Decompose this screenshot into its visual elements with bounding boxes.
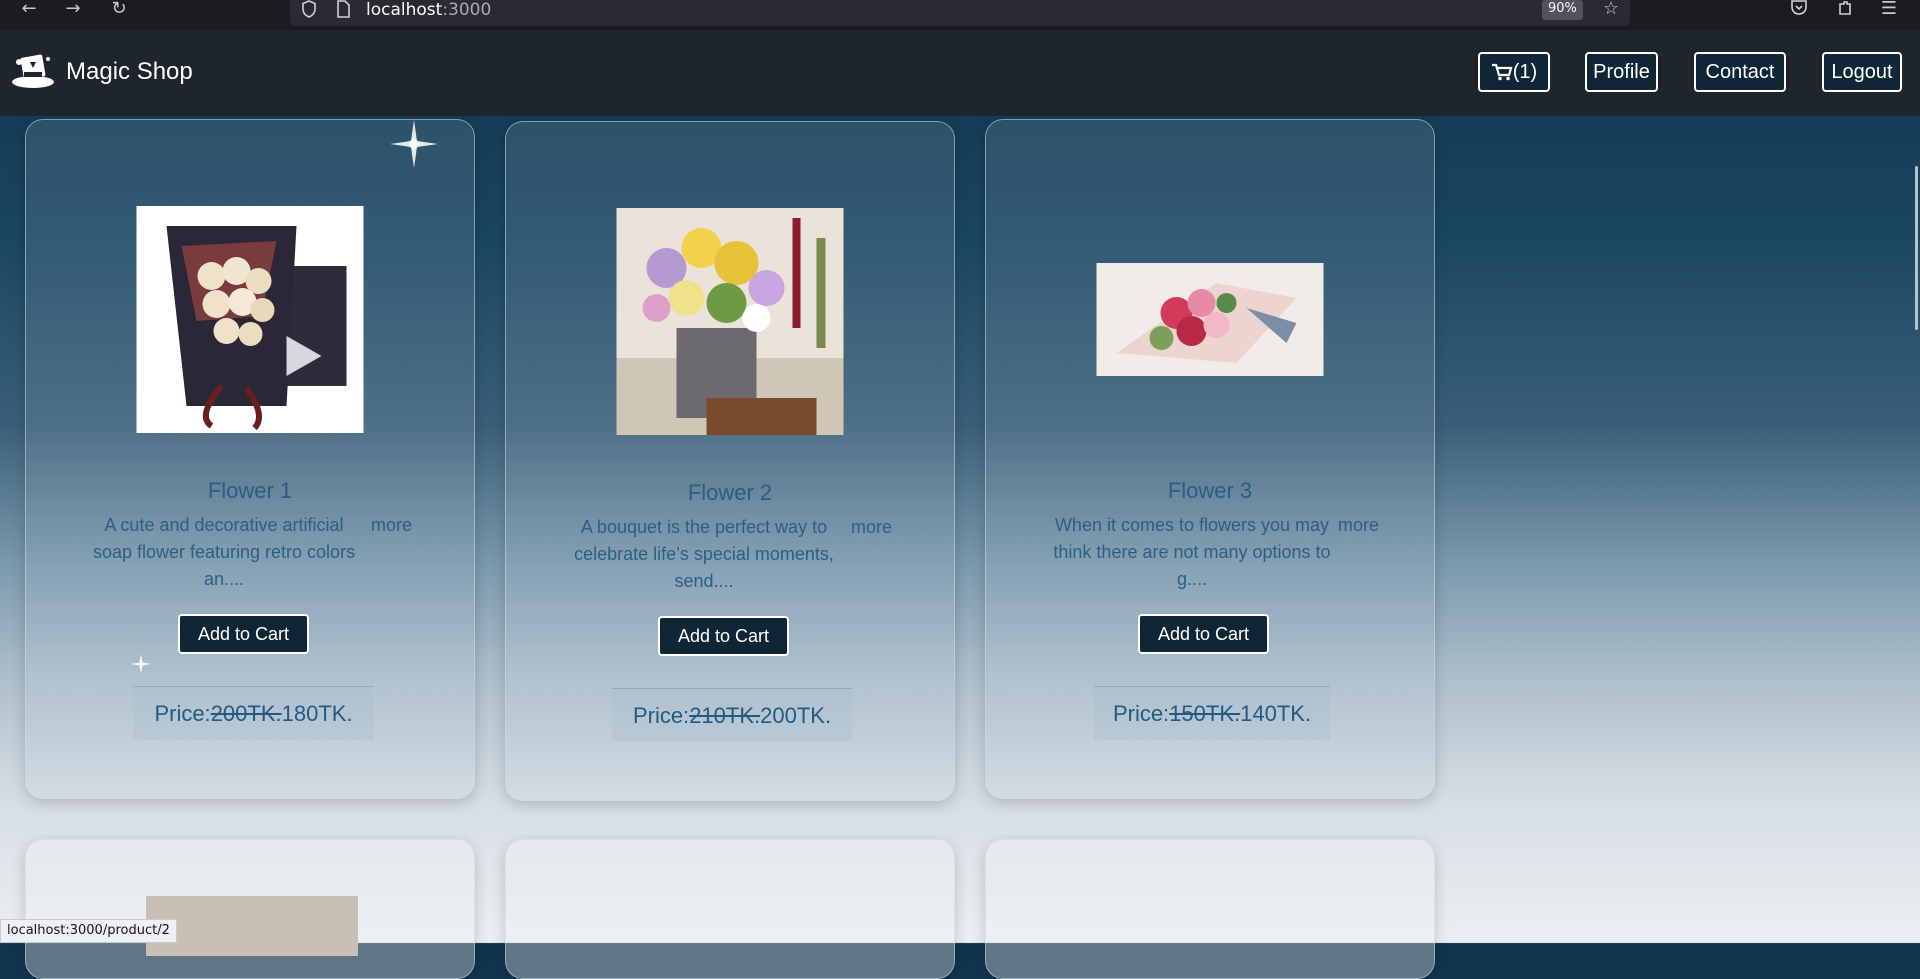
pocket-icon[interactable] — [1788, 0, 1810, 20]
product-image[interactable] — [136, 206, 364, 433]
extensions-icon[interactable] — [1834, 0, 1856, 20]
more-link[interactable]: more — [851, 514, 892, 541]
price-box: Price: 200TK. 180TK. — [133, 686, 374, 740]
site-navbar: Magic Shop (1) Profile Contact Logout — [0, 30, 1920, 116]
old-price: 150TK. — [1169, 700, 1241, 726]
product-title[interactable]: Flower 3 — [986, 478, 1434, 504]
logout-button[interactable]: Logout — [1822, 52, 1902, 92]
old-price: 200TK. — [210, 700, 282, 726]
product-image[interactable] — [616, 208, 844, 435]
product-description: When it comes to flowers you may think t… — [1053, 515, 1331, 589]
more-link[interactable]: more — [371, 512, 412, 539]
add-to-cart-button[interactable]: Add to Cart — [658, 616, 789, 656]
address-bar[interactable]: localhost:3000 90% ☆ — [290, 0, 1630, 26]
product-description: A bouquet is the perfect way to celebrat… — [574, 517, 834, 591]
back-arrow-icon[interactable]: ← — [18, 0, 40, 20]
product-description: A cute and decorative artificial soap fl… — [92, 515, 356, 589]
product-image[interactable] — [1096, 263, 1324, 376]
product-image[interactable] — [146, 896, 358, 956]
price-box: Price: 150TK. 140TK. — [1094, 686, 1330, 740]
product-title[interactable]: Flower 2 — [506, 480, 954, 506]
profile-button[interactable]: Profile — [1585, 52, 1658, 92]
forward-arrow-icon[interactable]: → — [62, 0, 84, 20]
page-scrollbar[interactable] — [1915, 166, 1918, 330]
zoom-level-badge[interactable]: 90% — [1542, 0, 1583, 20]
page-icon — [332, 0, 354, 20]
shield-icon[interactable] — [298, 0, 320, 20]
star-bookmark-icon[interactable]: ☆ — [1600, 0, 1622, 20]
magic-hat-logo-icon[interactable] — [10, 50, 56, 94]
menu-icon[interactable]: ☰ — [1878, 0, 1900, 20]
url-text[interactable]: localhost:3000 — [366, 0, 491, 20]
contact-button[interactable]: Contact — [1694, 52, 1786, 92]
product-title[interactable]: Flower 1 — [26, 478, 474, 504]
product-card: Flower 1 A cute and decorative artificia… — [25, 119, 475, 799]
add-to-cart-button[interactable]: Add to Cart — [178, 614, 309, 654]
price-box: Price: 210TK. 200TK. — [612, 688, 852, 742]
price-label: Price: — [632, 702, 690, 728]
cart-icon — [1491, 63, 1513, 81]
cart-button[interactable]: (1) — [1478, 52, 1550, 92]
new-price: 200TK. — [760, 702, 832, 728]
add-to-cart-button[interactable]: Add to Cart — [1138, 614, 1269, 654]
product-card: Flower 3 When it comes to flowers you ma… — [985, 119, 1435, 799]
product-card — [505, 839, 955, 979]
price-label: Price: — [154, 700, 211, 726]
more-link[interactable]: more — [1338, 512, 1379, 539]
status-bar-url: localhost:3000/product/2 — [0, 919, 177, 943]
price-label: Price: — [1112, 700, 1170, 726]
browser-toolbar: ← → ↻ localhost:3000 90% ☆ ☰ — [0, 0, 1920, 30]
cart-count: (1) — [1512, 60, 1538, 83]
product-card: Flower 2 A bouquet is the perfect way to… — [505, 121, 955, 801]
brand-name[interactable]: Magic Shop — [66, 58, 193, 86]
reload-icon[interactable]: ↻ — [108, 0, 130, 20]
new-price: 140TK. — [1240, 700, 1312, 726]
product-card — [985, 839, 1435, 979]
old-price: 210TK. — [689, 702, 761, 728]
product-card — [25, 839, 475, 979]
new-price: 180TK. — [281, 700, 353, 726]
